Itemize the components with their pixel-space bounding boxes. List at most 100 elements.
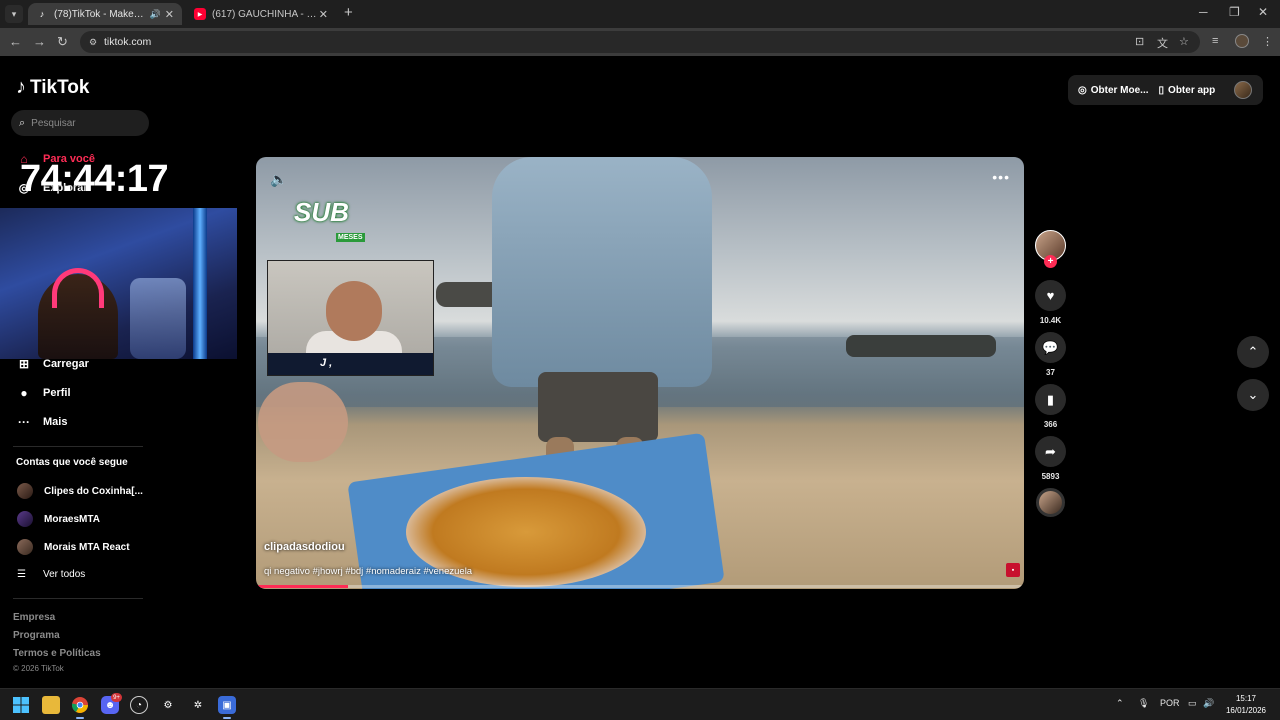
reaction-cam-inset: J , [267,260,434,376]
install-app-icon[interactable]: ⊡ [1135,35,1144,48]
reload-icon[interactable]: ↻ [57,34,68,50]
discord-icon[interactable]: ☻ 9+ [101,693,122,714]
restore-icon[interactable]: ❐ [1229,5,1240,19]
upload-icon: ⊞ [18,357,30,371]
tab-youtube[interactable]: ▶ (617) GAUCHINHA - MC Meno ✕ [186,3,336,25]
network-icon[interactable]: ▭ [1188,698,1197,709]
following-account[interactable]: Morais MTA React [17,539,130,555]
hand [258,382,348,462]
video-player[interactable]: 🔈 ••• SUB MESES J , clipadasdodiou qi ne… [256,157,1024,589]
site-info-icon[interactable]: ⚙ [86,35,100,49]
save-count: 366 [1043,420,1058,429]
url-text: tiktok.com [104,36,152,48]
search-box[interactable]: ⌕ [11,110,149,136]
nav-upload[interactable]: ⊞ Carregar [16,357,89,371]
comment-icon: 💬 [1042,339,1059,355]
account-avatar [17,511,33,527]
following-account[interactable]: MoraesMTA [17,511,100,527]
tab-tiktok[interactable]: ♪ (78)TikTok - Make Your Day 🔊 ✕ [28,3,182,25]
media-control-icon[interactable]: ≡ [1212,35,1218,47]
get-app-label: Obter app [1168,84,1216,96]
microphone-icon[interactable]: 🎙 [1138,698,1149,709]
close-tab-icon[interactable]: ✕ [319,8,328,21]
nav-more[interactable]: ··· Mais [16,415,67,429]
sub-badge-text: SUB [294,197,349,227]
follow-plus-icon[interactable]: + [1044,255,1057,268]
more-options-icon[interactable]: ••• [992,169,1010,185]
video-author[interactable]: clipadasdodiou [264,541,345,553]
previous-video-button[interactable]: ⌃ [1237,336,1269,368]
like-button[interactable]: ♥ [1035,280,1066,311]
streamer-webcam [0,208,237,359]
share-arrow-icon: ➦ [1045,443,1056,459]
sub-months-badge: SUB MESES [288,197,365,247]
system-clock[interactable]: 15:17 16/01/2026 [1220,693,1272,717]
user-avatar[interactable] [1234,81,1252,99]
back-icon[interactable]: ← [9,34,22,49]
video-description[interactable]: qi negativo #jhowrj #bdj #nomaderaiz #ve… [264,566,472,577]
footer-company-link[interactable]: Empresa [13,612,55,623]
comment-count: 37 [1046,368,1055,377]
browser-profile-avatar[interactable] [1235,34,1249,48]
nav-label: Carregar [43,358,89,370]
profile-avatar-icon: ● [20,386,28,400]
video-progress-fill [256,585,349,588]
copyright: © 2026 TikTok [13,664,64,673]
show-hidden-icons[interactable]: ⌃ [1116,698,1124,709]
save-button[interactable]: ▮ [1035,384,1066,415]
tiktok-logo[interactable]: ♪ TikTok [16,76,89,99]
get-coins-label: Obter Moe... [1090,84,1149,96]
get-coins-button[interactable]: ◎ Obter Moe... [1078,85,1149,96]
clock-date: 16/01/2026 [1225,706,1267,715]
address-bar[interactable]: ⚙ tiktok.com [80,31,1200,53]
tab-search-button[interactable]: ▾ [5,5,23,23]
get-app-button[interactable]: ▯ Obter app [1159,85,1216,96]
browser-tab-bar: ▾ ♪ (78)TikTok - Make Your Day 🔊 ✕ ▶ (61… [0,0,1280,28]
share-button[interactable]: ➦ [1035,436,1066,467]
settings-icon[interactable]: ✲ [189,696,207,714]
phone-icon: ▯ [1158,84,1165,96]
audio-playing-icon[interactable]: 🔊 [150,9,161,20]
file-explorer-icon[interactable] [42,696,60,714]
sound-disc[interactable] [1036,488,1065,517]
following-account[interactable]: Clipes do Coxinha[... [17,483,143,499]
comment-button[interactable]: 💬 [1035,332,1066,363]
next-video-button[interactable]: ⌄ [1237,379,1269,411]
windows-start-icon[interactable] [12,696,30,714]
bookmark-icon: ▮ [1046,391,1055,407]
tiktok-page: ♪ TikTok ⌕ ⌂ Para você ◎ Explorar 74:44:… [0,56,1280,688]
footer-program-link[interactable]: Programa [13,630,60,641]
top-actions-bar: ◎ Obter Moe... ▯ Obter app [1068,75,1263,105]
close-tab-icon[interactable]: ✕ [165,8,174,21]
bookmark-star-icon[interactable]: ☆ [1179,35,1189,48]
app-icon[interactable]: ▣ [218,696,236,719]
chrome-icon[interactable] [71,696,89,719]
search-input[interactable] [31,117,132,129]
account-avatar [17,483,33,499]
flag-icon: ▪ [1006,563,1020,577]
volume-icon[interactable]: 🔈 [270,171,287,188]
forward-icon[interactable]: → [33,34,46,49]
volume-tray-icon[interactable]: 🔊 [1203,698,1214,709]
person-shorts [538,372,658,442]
see-all-following-link[interactable]: ☰ Ver todos [17,569,85,580]
footer-terms-link[interactable]: Termos e Políticas [13,648,101,659]
inset-name-bar [268,353,433,375]
minimize-icon[interactable]: ─ [1199,5,1208,19]
divider [13,598,143,599]
tab-label: (617) GAUCHINHA - MC Meno [212,8,319,20]
new-tab-button[interactable]: + [344,4,353,21]
following-section-title: Contas que você segue [16,457,128,468]
steam-icon[interactable]: ⚙ [159,696,177,714]
browser-menu-icon[interactable]: ⋮ [1262,35,1273,48]
nav-profile[interactable]: ● Perfil [16,386,70,400]
chevron-up-icon: ⌃ [1247,344,1259,359]
person-shirt [492,157,712,387]
translate-icon[interactable]: 文 [1157,35,1168,51]
video-progress-bar[interactable] [256,585,1024,588]
nav-label: Mais [43,416,68,428]
app-icon[interactable]: ◔ [130,696,148,714]
close-window-icon[interactable]: ✕ [1258,5,1268,19]
brand-name: TikTok [30,76,90,98]
input-language[interactable]: POR [1160,698,1180,708]
